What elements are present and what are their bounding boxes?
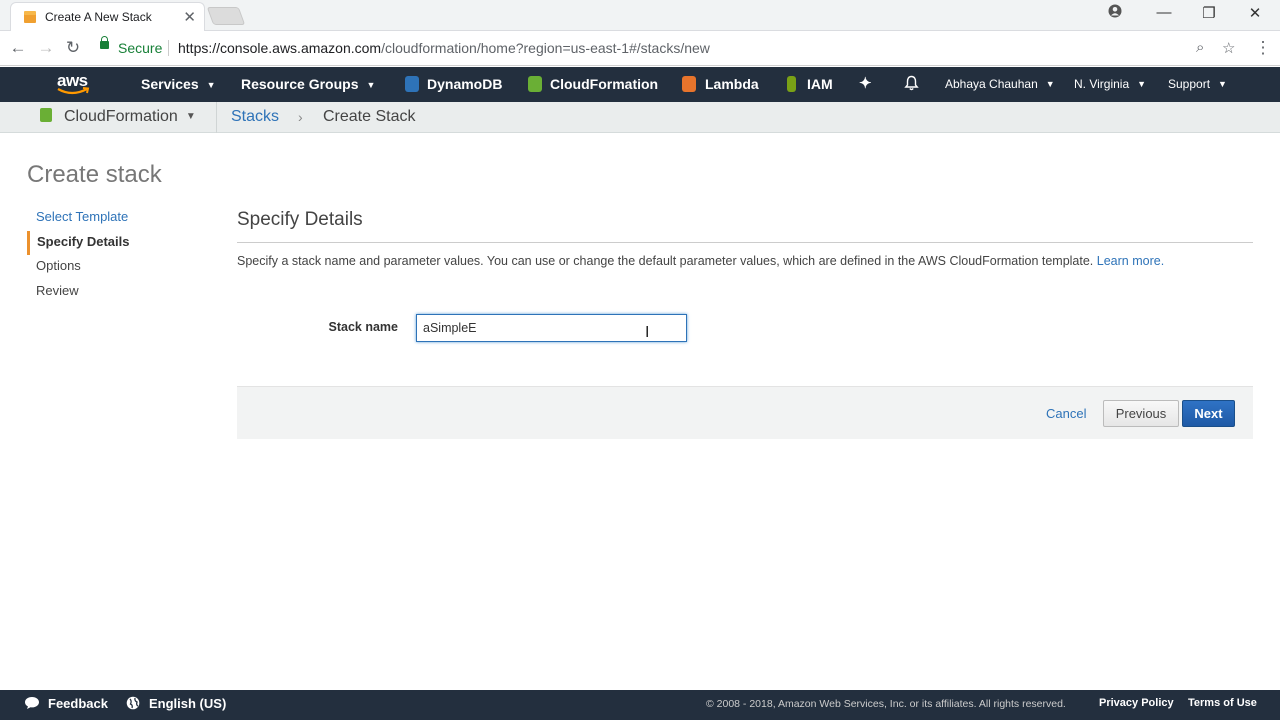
shortcut-iam[interactable]: IAM: [807, 76, 833, 92]
chevron-down-icon: ▼: [366, 80, 376, 90]
user-name: Abhaya Chauhan: [945, 77, 1038, 91]
cloudformation-icon: [40, 108, 52, 122]
new-tab-button[interactable]: [206, 7, 246, 25]
aws-smile-icon: [57, 87, 90, 95]
speech-bubble-icon: [25, 697, 39, 709]
browser-tab-strip: Create A New Stack ✕ — ❐ ✕: [0, 0, 1280, 31]
feedback-label: Feedback: [48, 696, 108, 711]
secure-label: Secure: [118, 40, 163, 56]
shortcut-lambda[interactable]: Lambda: [705, 76, 759, 92]
chevron-down-icon: ▼: [185, 111, 196, 122]
url-path: /cloudformation/home?region=us-east-1#/s…: [381, 40, 710, 56]
user-menu[interactable]: Abhaya Chauhan ▼: [945, 77, 1055, 91]
step-review: Review: [36, 282, 79, 298]
window-close-icon[interactable]: ✕: [1240, 4, 1270, 22]
section-description: Specify a stack name and parameter value…: [237, 254, 1164, 268]
globe-icon: [126, 696, 140, 710]
service-switcher[interactable]: CloudFormation ▼: [40, 108, 196, 126]
shortcut-cloudformation[interactable]: CloudFormation: [550, 76, 658, 92]
lock-icon: [100, 36, 109, 49]
browser-toolbar: ← → ↻ Secure https://console.aws.amazon.…: [0, 31, 1280, 66]
reload-icon[interactable]: ↻: [62, 38, 84, 58]
section-divider: [237, 242, 1253, 243]
profile-icon[interactable]: [1100, 4, 1130, 22]
tab-close-icon[interactable]: ✕: [183, 8, 196, 26]
services-label: Services: [141, 76, 199, 92]
breadcrumb-divider: [216, 102, 217, 133]
previous-button[interactable]: Previous: [1103, 400, 1179, 427]
chevron-down-icon: ▼: [1045, 79, 1055, 89]
aws-nav-bar: aws Services ▼ Resource Groups ▼ DynamoDB …: [0, 67, 1280, 102]
learn-more-link[interactable]: Learn more.: [1097, 254, 1164, 268]
description-text: Specify a stack name and parameter value…: [237, 254, 1094, 268]
url-host: https://console.aws.amazon.com: [178, 40, 382, 56]
bell-icon[interactable]: [904, 75, 919, 94]
cloudformation-icon: [528, 76, 542, 92]
breadcrumb-current: Create Stack: [323, 108, 416, 125]
copyright-text: © 2008 - 2018, Amazon Web Services, Inc.…: [706, 698, 1066, 710]
next-button[interactable]: Next: [1182, 400, 1235, 427]
chevron-down-icon: ▼: [1137, 79, 1147, 89]
dynamodb-icon: [405, 76, 419, 92]
omnibox-divider: [168, 40, 169, 56]
aws-logo[interactable]: aws: [55, 70, 95, 100]
browser-menu-icon[interactable]: ⋮: [1252, 38, 1274, 58]
chevron-down-icon: ▼: [206, 80, 216, 90]
support-label: Support: [1168, 77, 1211, 91]
chevron-down-icon: ▼: [1218, 79, 1227, 89]
url-text: https://console.aws.amazon.com/cloudform…: [178, 40, 710, 56]
step-options: Options: [36, 258, 81, 273]
page-title: Create stack: [27, 161, 162, 188]
step-select-template[interactable]: Select Template: [27, 206, 217, 231]
tab-title: Create A New Stack: [45, 10, 152, 24]
wizard-steps: Select Template Specify Details Options …: [27, 206, 217, 304]
forward-icon[interactable]: →: [35, 38, 57, 58]
back-icon[interactable]: ←: [7, 38, 29, 58]
browser-tab[interactable]: Create A New Stack ✕: [10, 2, 205, 31]
feedback-button[interactable]: Feedback: [24, 696, 108, 711]
section-title: Specify Details: [237, 209, 363, 230]
step-specify-details: Specify Details: [27, 230, 217, 255]
services-menu[interactable]: Services ▼: [141, 76, 216, 92]
restore-icon[interactable]: ❐: [1194, 4, 1224, 22]
bookmark-star-icon[interactable]: ☆: [1222, 39, 1235, 57]
language-label: English (US): [149, 696, 227, 711]
region-menu[interactable]: N. Virginia ▼: [1074, 77, 1146, 91]
minimize-icon[interactable]: —: [1149, 4, 1179, 21]
pin-icon[interactable]: ✦: [859, 74, 872, 92]
iam-icon: [787, 76, 796, 92]
address-bar[interactable]: Secure https://console.aws.amazon.com/cl…: [92, 35, 1247, 61]
resource-groups-label: Resource Groups: [241, 76, 359, 92]
support-menu[interactable]: Support ▼: [1168, 77, 1227, 91]
cancel-button[interactable]: Cancel: [1046, 406, 1086, 421]
region-name: N. Virginia: [1074, 77, 1130, 91]
breadcrumb-chevron-icon: ›: [298, 109, 303, 125]
breadcrumb-stacks-link[interactable]: Stacks: [231, 108, 279, 126]
console-footer: Feedback English (US) © 2008 - 2018, Ama…: [0, 690, 1280, 720]
shortcut-dynamodb[interactable]: DynamoDB: [427, 76, 502, 92]
lambda-icon: [682, 76, 696, 92]
breadcrumb: CloudFormation ▼ Stacks › Create Stack: [0, 102, 1280, 133]
resource-groups-menu[interactable]: Resource Groups ▼: [241, 76, 375, 92]
terms-of-use-link[interactable]: Terms of Use: [1188, 697, 1257, 709]
zoom-icon[interactable]: ⌕: [1196, 39, 1204, 56]
stack-name-label: Stack name: [328, 320, 398, 334]
privacy-policy-link[interactable]: Privacy Policy: [1099, 697, 1174, 709]
stack-name-input[interactable]: [416, 314, 687, 342]
service-name: CloudFormation: [64, 108, 178, 125]
wizard-actions: Cancel Previous Next: [237, 386, 1253, 439]
aws-favicon-icon: [24, 11, 36, 23]
language-selector[interactable]: English (US): [126, 696, 226, 711]
